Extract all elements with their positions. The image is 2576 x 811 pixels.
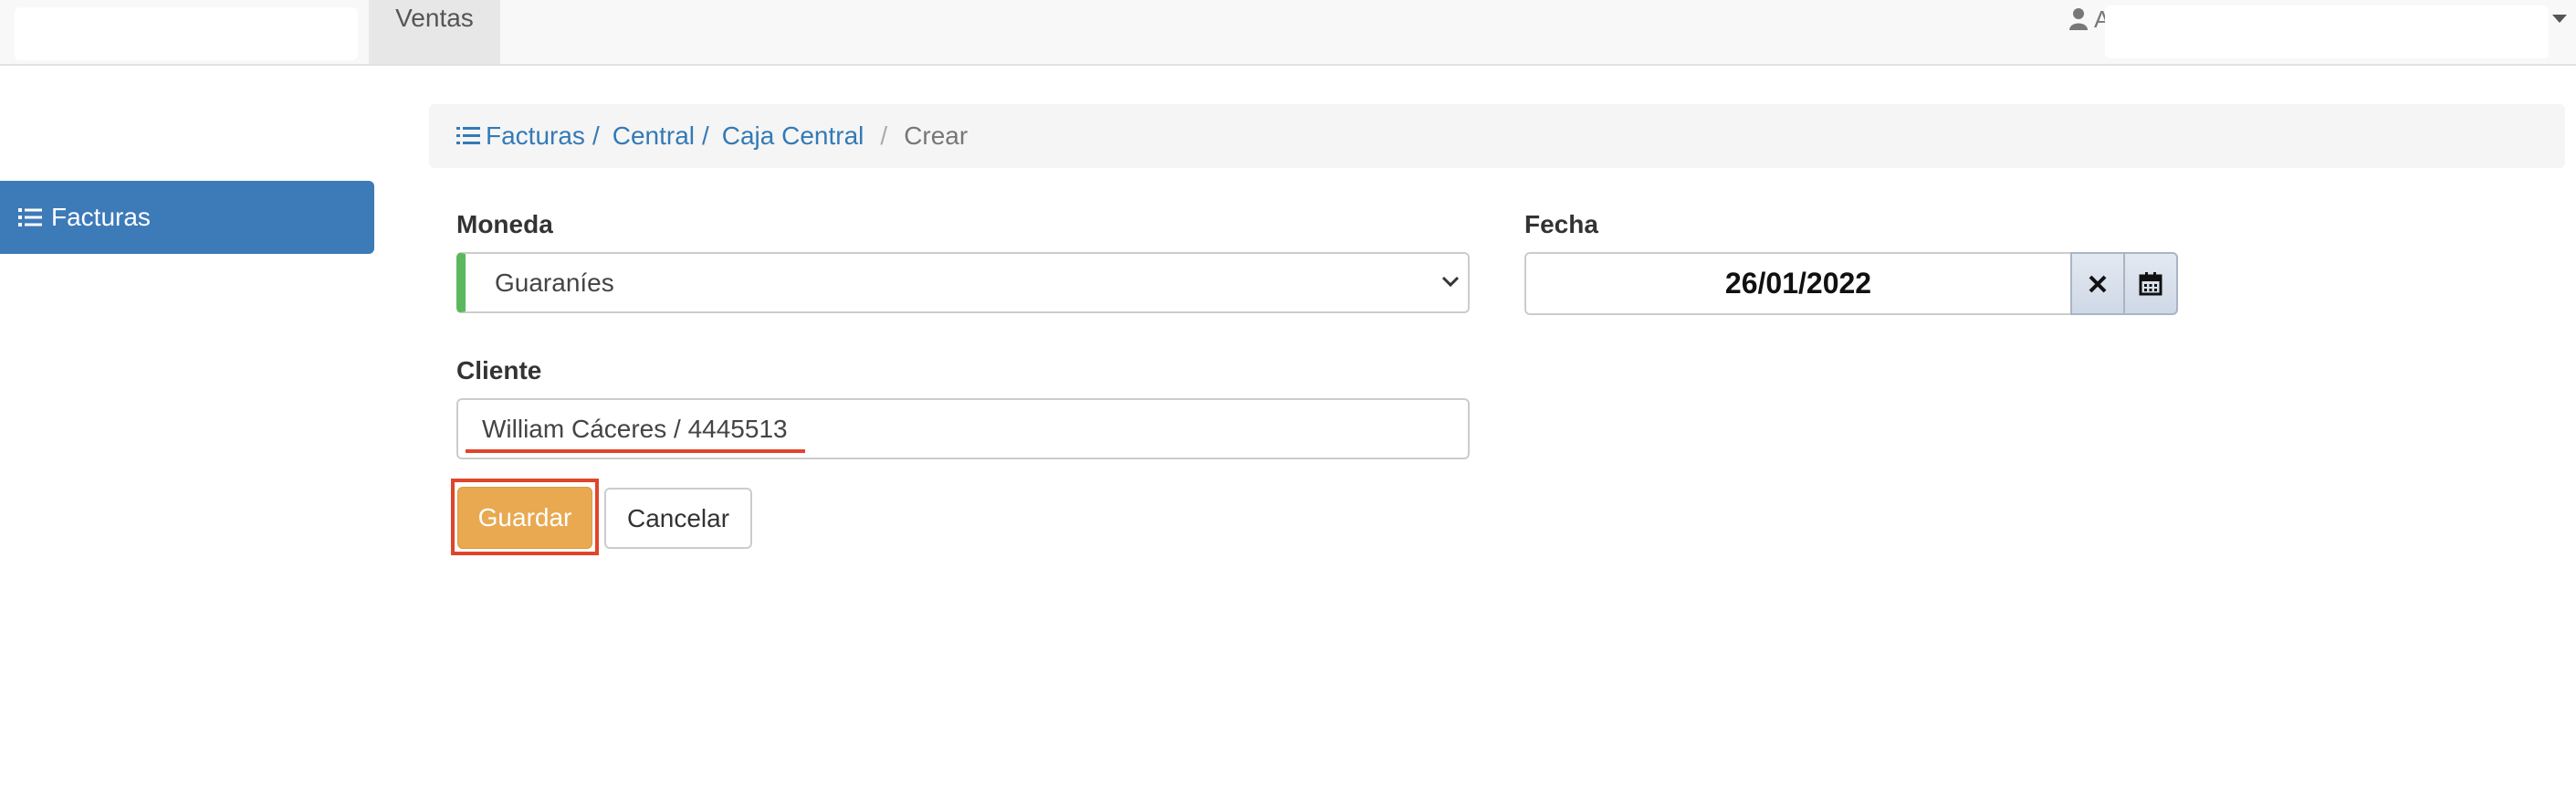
moneda-select[interactable]: Guaraníes	[456, 252, 1470, 313]
user-menu[interactable]	[2105, 5, 2549, 58]
breadcrumb-label: Facturas	[486, 121, 585, 150]
breadcrumb-separator: /	[701, 121, 709, 150]
breadcrumb-central[interactable]: Central	[613, 121, 695, 151]
cliente-label: Cliente	[456, 356, 542, 384]
caret-down-icon[interactable]	[2552, 15, 2567, 23]
top-navbar: Ventas A	[0, 0, 2576, 66]
fecha-value: 26/01/2022	[1724, 267, 1872, 300]
list-icon	[18, 208, 42, 226]
highlight-underline	[466, 449, 805, 453]
save-button[interactable]: Guardar	[457, 487, 592, 549]
breadcrumb-separator: /	[880, 121, 888, 150]
breadcrumb-separator: /	[592, 121, 600, 150]
fecha-label: Fecha	[1524, 210, 1598, 238]
moneda-label: Moneda	[456, 210, 553, 238]
cliente-value: William Cáceres / 4445513	[482, 415, 788, 443]
nav-tab-label: Ventas	[395, 4, 474, 32]
cliente-input[interactable]: William Cáceres / 4445513	[456, 398, 1470, 459]
breadcrumb-caja-central[interactable]: Caja Central	[722, 121, 864, 151]
fecha-input[interactable]: 26/01/2022	[1524, 252, 2072, 315]
sidebar-item-facturas[interactable]: Facturas	[0, 181, 374, 254]
moneda-value: Guaraníes	[495, 269, 614, 297]
brand-logo[interactable]	[15, 7, 358, 60]
sidebar-item-label: Facturas	[51, 203, 151, 231]
chevron-down-icon	[1441, 276, 1460, 288]
clear-date-button[interactable]	[2070, 252, 2125, 315]
calendar-icon	[2139, 271, 2162, 295]
breadcrumb: Facturas / Central / Caja Central / Crea…	[429, 104, 2565, 168]
calendar-button[interactable]	[2123, 252, 2178, 315]
close-icon	[2089, 275, 2107, 292]
breadcrumb-active: Crear	[904, 121, 969, 150]
breadcrumb-facturas[interactable]: Facturas	[456, 121, 585, 151]
list-icon	[456, 127, 480, 144]
user-icon	[2069, 8, 2088, 30]
nav-tab-ventas[interactable]: Ventas	[369, 0, 500, 64]
cancel-button[interactable]: Cancelar	[604, 488, 752, 549]
